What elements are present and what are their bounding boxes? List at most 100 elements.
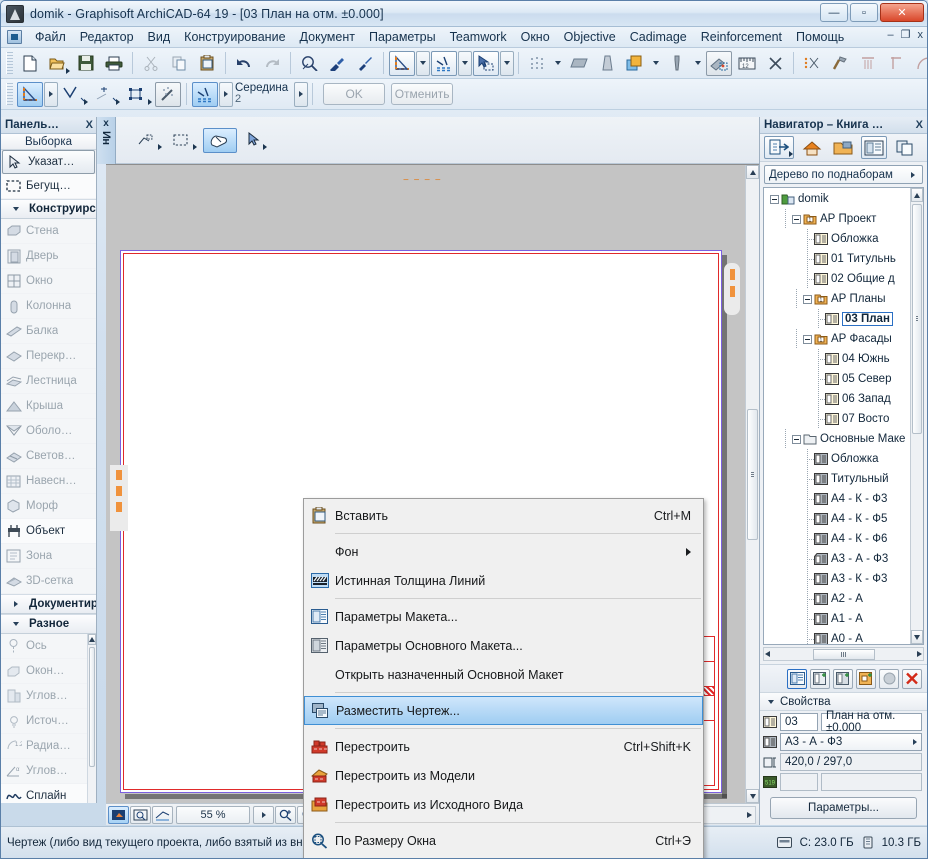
tool-corner-window[interactable]: Углов…	[1, 684, 96, 709]
master-layout-combo[interactable]: А3 - А - Ф3	[780, 733, 922, 751]
tool-roof[interactable]: Крыша	[1, 394, 96, 419]
print-icon[interactable]	[101, 51, 127, 76]
context-item-rebuild-from-model[interactable]: Перестроить из Модели	[304, 761, 703, 790]
tree-item-domik[interactable]: domik	[764, 189, 910, 209]
tool-column[interactable]: Колонна	[1, 294, 96, 319]
canvas-scroll-thumb[interactable]	[747, 409, 758, 540]
navigator-tree-hscrollbar[interactable]	[763, 647, 924, 661]
layout-context-menu[interactable]: Вставить Ctrl+M Фон Истинная Толщина Лин…	[303, 498, 704, 859]
tree-item-cover[interactable]: Обложка	[764, 229, 910, 249]
menu-item-file[interactable]: Файл	[28, 28, 73, 46]
close-button[interactable]: ✕	[880, 3, 924, 22]
context-item-place-drawing[interactable]: Разместить Чертеж...	[304, 696, 703, 725]
document-system-icon[interactable]	[7, 30, 22, 44]
mdi-close-button[interactable]: x	[918, 30, 924, 40]
tree-scroll-up-button[interactable]	[911, 188, 923, 202]
elevation-plane-icon[interactable]	[594, 51, 620, 76]
perpendicular-snap-icon[interactable]	[91, 82, 121, 107]
magic-wand-icon[interactable]	[155, 82, 181, 107]
menu-item-editor[interactable]: Редактор	[73, 28, 141, 46]
tree-item-master-cover[interactable]: Обложка	[764, 449, 910, 469]
context-item-master-layout-settings[interactable]: Параметры Основного Макета...	[304, 631, 703, 660]
menu-item-view[interactable]: Вид	[141, 28, 178, 46]
navigator-layout-book-icon[interactable]	[861, 136, 887, 159]
tree-item-a2-a[interactable]: А2 - А	[764, 589, 910, 609]
tree-item-a3-k-f3[interactable]: А3 - К - Ф3	[764, 569, 910, 589]
menu-item-options[interactable]: Параметры	[362, 28, 443, 46]
expander-minus-icon-5[interactable]	[792, 435, 801, 444]
toolbox-group-misc[interactable]: Разное	[1, 614, 96, 634]
zoom-dropdown-icon[interactable]	[253, 806, 274, 824]
tool-mesh[interactable]: 3D-сетка	[1, 569, 96, 594]
polyline-snap-icon[interactable]	[133, 128, 163, 152]
tree-item-ar-facades[interactable]: 1 АР Фасады	[764, 329, 910, 349]
tool-angle-dimension[interactable]: α Углов…	[1, 759, 96, 784]
context-item-rebuild-from-source[interactable]: Перестроить из Исходного Вида	[304, 790, 703, 819]
tool-slab[interactable]: Перекр…	[1, 344, 96, 369]
pointer-select-icon[interactable]	[242, 128, 268, 152]
navigator-publish-icon[interactable]	[764, 136, 794, 159]
tool-shell[interactable]: Оболо…	[1, 419, 96, 444]
menu-item-window[interactable]: Окно	[514, 28, 557, 46]
snap-guide-icon[interactable]	[762, 51, 788, 76]
tree-item-01-title[interactable]: 01 Титульнь	[764, 249, 910, 269]
properties-header[interactable]: Свойства	[760, 692, 927, 711]
navigator-project-map-icon[interactable]	[799, 136, 825, 159]
tool-stair[interactable]: Лестница	[1, 369, 96, 394]
select-area-icon[interactable]	[473, 51, 499, 76]
new-file-icon[interactable]	[17, 51, 43, 76]
menu-item-reinforcement[interactable]: Reinforcement	[694, 28, 789, 46]
tool-grid-axis[interactable]: Ось	[1, 634, 96, 659]
tool-wall-end[interactable]: Окон…	[1, 659, 96, 684]
toolbox-scroll-thumb[interactable]	[89, 647, 95, 767]
menu-item-design[interactable]: Конструирование	[177, 28, 292, 46]
toolbox-group-documentation[interactable]: Документир	[1, 594, 96, 614]
maximize-button[interactable]: ▫	[850, 3, 878, 22]
window-controls[interactable]: — ▫ ✕	[820, 3, 924, 22]
tangent-snap-icon[interactable]	[59, 82, 89, 107]
grid-snap-icon[interactable]	[524, 51, 550, 76]
toolbar-grip-2[interactable]	[6, 83, 13, 105]
expander-minus-icon-3[interactable]	[803, 295, 812, 304]
tool-beam[interactable]: Балка	[1, 319, 96, 344]
expander-minus-icon-2[interactable]	[792, 215, 801, 224]
tree-item-07-east[interactable]: 07 Восто	[764, 409, 910, 429]
fill-hand-icon[interactable]	[203, 128, 237, 153]
expander-minus-icon[interactable]	[770, 195, 779, 204]
tree-item-02-general[interactable]: 02 Общие д	[764, 269, 910, 289]
arrow-tool-active-icon[interactable]	[17, 82, 43, 107]
tree-item-a4-k-f3[interactable]: А4 - К - Ф3	[764, 489, 910, 509]
cancel-button[interactable]: Отменить	[391, 83, 453, 105]
tree-item-a4-k-f6[interactable]: А4 - К - Ф6	[764, 529, 910, 549]
menu-item-help[interactable]: Помощь	[789, 28, 851, 46]
tree-item-a4-k-f5[interactable]: А4 - К - Ф5	[764, 509, 910, 529]
navigator-view-map-icon[interactable]	[830, 136, 856, 159]
context-item-true-line-weight[interactable]: Истинная Толщина Линий	[304, 566, 703, 595]
tool-window[interactable]: Окно	[1, 269, 96, 294]
canvas-scroll-down-button[interactable]	[746, 789, 759, 803]
context-item-fit-in-window[interactable]: По Размеру Окна Ctrl+Э	[304, 826, 703, 855]
navigator-tree[interactable]: domik 1 АР Проект	[763, 187, 924, 645]
mdi-window-controls[interactable]: – ❐ x	[888, 30, 924, 40]
menu-item-objective[interactable]: Objective	[557, 28, 623, 46]
parameters-button[interactable]: Параметры...	[770, 797, 917, 819]
undo-icon[interactable]	[231, 51, 257, 76]
tree-item-ar-plans[interactable]: 1 АР Планы	[764, 289, 910, 309]
eyedropper-icon[interactable]	[324, 51, 350, 76]
layout-book-icon[interactable]	[706, 51, 732, 76]
snap-mode-dropdown-icon[interactable]	[219, 82, 233, 107]
tool-curtainwall[interactable]: Навесн…	[1, 469, 96, 494]
hammer-icon[interactable]	[827, 51, 853, 76]
snap-mode-expand-icon[interactable]	[294, 82, 308, 107]
layout-settings-button[interactable]	[787, 669, 807, 689]
tree-item-05-north[interactable]: 05 Север	[764, 369, 910, 389]
zoom-level-field[interactable]: 55 %	[176, 806, 250, 824]
toolbox-scrollbar[interactable]	[87, 634, 96, 803]
expander-minus-icon-4[interactable]	[803, 335, 812, 344]
minimize-button[interactable]: —	[820, 3, 848, 22]
tree-scroll-thumb[interactable]	[912, 204, 922, 434]
navigator-close-icon[interactable]: X	[916, 119, 923, 131]
tool-spline[interactable]: Сплайн	[1, 784, 96, 803]
pen-weight-icon[interactable]	[664, 51, 690, 76]
layout-name-field[interactable]: План на отм. ±0.000	[821, 713, 922, 731]
